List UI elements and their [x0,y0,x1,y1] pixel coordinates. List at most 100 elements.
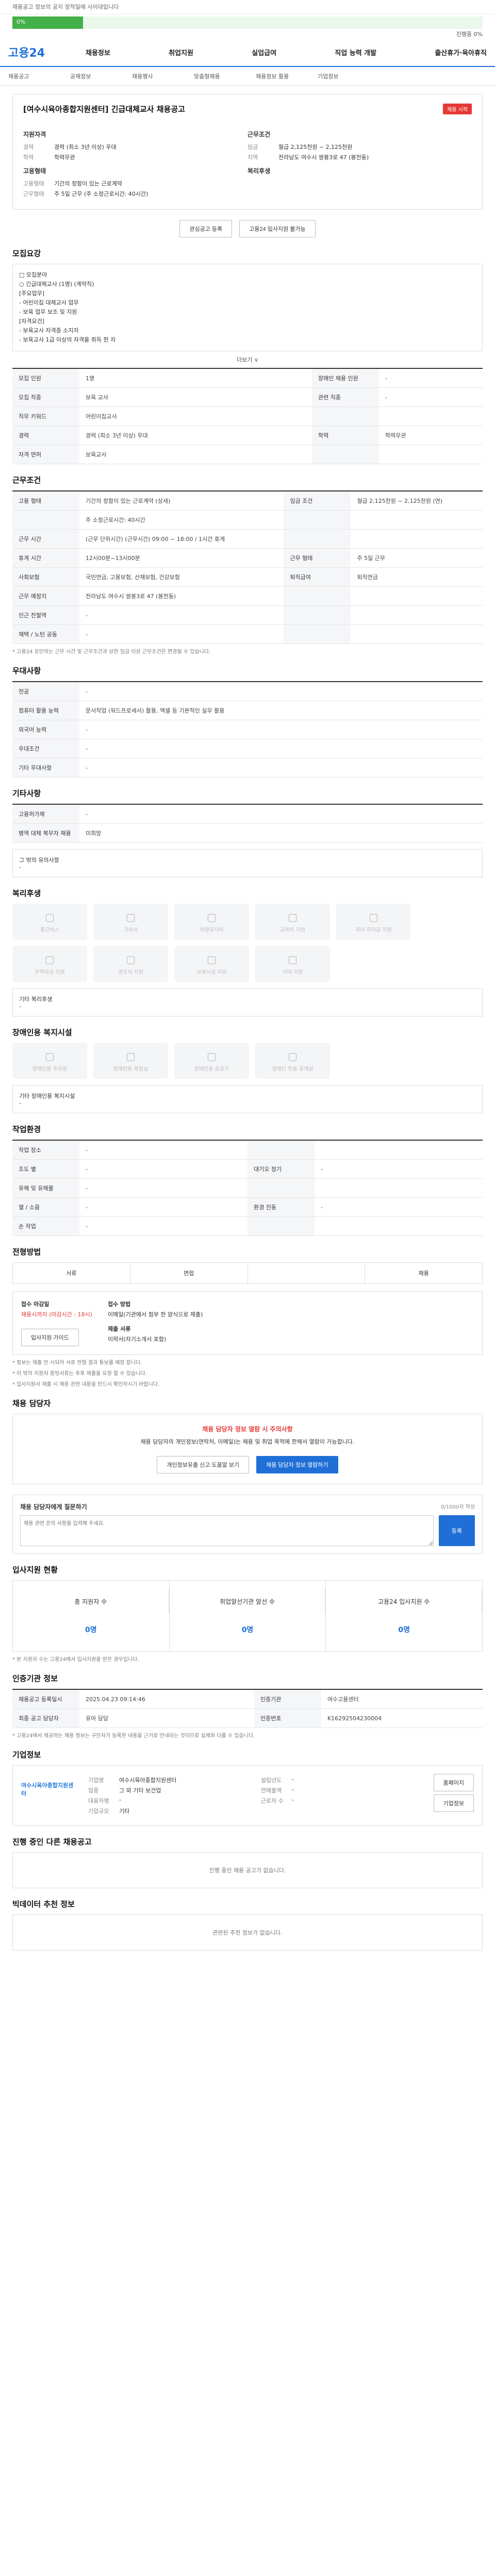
etc-title: 기타사항 [12,789,41,798]
table-row: 기타 우대사항 - [12,758,483,777]
table-cell: - [79,720,483,739]
table-header-cell: 외국어 능력 [12,720,79,739]
favorite-button[interactable]: 관심공고 등록 [179,220,233,238]
table-header-cell [12,510,79,530]
detail-line: □ 모집분야 [19,272,47,278]
feature-icon: ▢ [369,910,378,923]
recommend-empty: 관련된 추천 정보가 없습니다. [12,1914,483,1951]
table-row: 손 작업 - [12,1216,483,1236]
detail-line: ○ 긴급대체교사 (1명) (계약직) [19,281,94,287]
stat-label: 취업알선기관 알선 수 [170,1589,326,1614]
condition-note: * 고용24 유민하는 근무 시간 및 근무조건과 상한 임금 이상 근무조건은… [12,649,211,655]
summary-value: 전라남도 여수시 쌍봉3로 47 (봉천동) [278,154,369,161]
table-header-cell [311,445,379,464]
more-link[interactable]: 더보기 ∨ [12,355,483,364]
summary-row: 학력 학력무관 [23,153,248,161]
summary-row: 임금 월급 2,125천원 ~ 2,125천원 [248,143,472,151]
subnav-item-3[interactable]: 맞춤형채용 [194,72,256,80]
deadline-value: 채용시까지 (마감시간 : 18시) [21,1311,92,1318]
feature-card: ▢ 장애인용 주차장 [12,1043,87,1079]
feature-label: 장애인용 화장실 [113,1066,148,1072]
summary-row: 근무형태 주 5일 근무 (주 소정근로시간: 40시간) [23,190,248,198]
process-step: 채용 [418,1270,429,1277]
table-row: 조도 별 - 대기오 정기 - [12,1159,483,1179]
table-row: 경력 경력 (최소 3년 이상) 우대 학력 학력무관 [12,426,483,445]
report-guide-button[interactable]: 개인정보유출 신고 도움말 보기 [157,1456,250,1473]
table-header-cell: 직무 키워드 [12,406,79,426]
company-info-button[interactable]: 기업정보 [433,1794,474,1812]
apply-notes: * 정보는 제출 안 시되어 서류 전형 결과 통보를 예정 합니다. * 이 밖… [12,1358,483,1387]
view-manager-button[interactable]: 채용 담당자 정보 열람하기 [256,1456,338,1473]
table-row: 근무 시간 (근무 단위시간) (근무시간) 09:00 ~ 18:00 / 1시… [12,529,483,549]
feature-icon: ▢ [126,1049,136,1062]
summary-row: 고용형태 기간의 정함이 있는 근로계약 [23,179,248,188]
apply-guide-button[interactable]: 입사지원 가이드 [21,1329,79,1346]
manager-desc: 채용 담당자의 개인정보(연락처, 이메일)는 채용 및 취업 목적에 한해서 … [140,1438,355,1445]
deadline-label: 접수 마감일 [21,1301,50,1308]
feature-label: 통근버스 [40,927,59,933]
company-key: 업종 [88,1787,99,1794]
table-header-cell: 인증번호 [254,1708,321,1728]
table-cell: - [79,624,284,644]
table-cell: 유아 담당 [79,1708,254,1728]
apply-disabled-button[interactable]: 고용24 입사지원 불가능 [239,220,316,238]
table-row: 유해 및 유해물 - [12,1178,483,1198]
subnav-item-2[interactable]: 채용행사 [132,72,194,80]
table-header-cell: 기타 우대사항 [12,758,79,777]
stat-label: 총 지원자 수 [13,1589,169,1614]
company-value: 기타 [119,1808,130,1815]
table-cell [378,445,483,464]
progress-right: 진행중 0% [456,31,483,38]
manager-box: 채용 담당자 정보 열람 시 주의사항 채용 담당자의 개인정보(연락처, 이메… [12,1414,483,1484]
feature-label: 교육비 지원 [279,927,306,933]
table-cell: - [79,739,483,758]
etc-table: 고용허가제 - 병역 대체 복무자 채용 미희망 [12,804,483,843]
table-header-cell: 우대조건 [12,739,79,758]
subnav-item-4[interactable]: 채용정보 활용 [256,72,318,80]
table-header-cell: 휴게 시간 [12,548,79,568]
table-header-cell: 인증기관 [254,1689,321,1709]
subnav-item-1[interactable]: 공채정보 [70,72,132,80]
feature-label: 기숙사 [123,927,138,933]
prefer-title: 우대사항 [12,666,41,675]
table-row: 재택 / 노턴 공동 - [12,624,483,644]
table-cell: 보육 교사 [79,387,312,407]
table-header-cell: 환경 진동 [248,1197,315,1217]
feature-label: 경조사 지원 [118,969,144,975]
table-header-cell [311,406,379,426]
gnb-item-0[interactable]: 채용정보 [86,47,110,57]
table-row: 열 / 소음 - 환경 진동 - [12,1197,483,1217]
question-input[interactable] [20,1515,434,1546]
table-cell [351,605,483,625]
stat-value: 0명 [85,1626,97,1634]
gnb-item-1[interactable]: 취업지원 [169,47,193,57]
gnb-item-3[interactable]: 직업 능력 개발 [335,47,376,57]
logo[interactable]: 고용24 [8,44,86,60]
table-row: 인근 전철역 - [12,605,483,625]
company-logo: 여수시육아종합지원센터 [21,1782,74,1797]
table-row: 우대조건 - [12,739,483,758]
table-cell: - [79,1140,248,1160]
gnb-item-2[interactable]: 실업급여 [252,47,276,57]
table-cell: 미희망 [79,823,483,843]
process-step [248,1263,366,1283]
summary-right: 근무조건 임금 월급 2,125천원 ~ 2,125천원 지역 전라남도 여수시 쌍봉3… [248,125,472,200]
feature-icon: ▢ [126,910,136,923]
company-row: 기업명 여수시육아종합지원센터 [88,1776,251,1784]
question-box: 채용 담당자에게 질문하기 0/1000자 작성 등록 [12,1495,483,1554]
subnav-item-0[interactable]: 채용공고 [8,72,70,80]
question-submit-button[interactable]: 등록 [439,1515,475,1546]
homepage-button[interactable]: 홈페이지 [433,1774,474,1791]
table-header-cell: 퇴직급여 [284,567,351,587]
stat-value: 0명 [398,1626,410,1634]
summary-key: 경력 [23,144,34,150]
subnav-item-5[interactable]: 기업정보 [318,72,380,80]
table-header-cell: 병역 대체 복무자 채용 [12,823,79,843]
table-cell: 퇴직연금 [351,567,483,587]
company-rows: 기업명 여수시육아종합지원센터 업종 그 외 기타 보건업 대표자명 - 기업규모 기타 [88,1774,251,1817]
gnb-item-4[interactable]: 출산휴가·육아휴직 [435,47,487,57]
table-row: 사회보험 국민연금, 고용보험, 산재보험, 건강보험 퇴직급여 퇴직연금 [12,567,483,587]
etc-sub-box: 그 밖의 유의사항 - [12,849,483,877]
table-cell [378,406,483,426]
disabled-title: 장애인용 복지시설 [12,1028,72,1037]
